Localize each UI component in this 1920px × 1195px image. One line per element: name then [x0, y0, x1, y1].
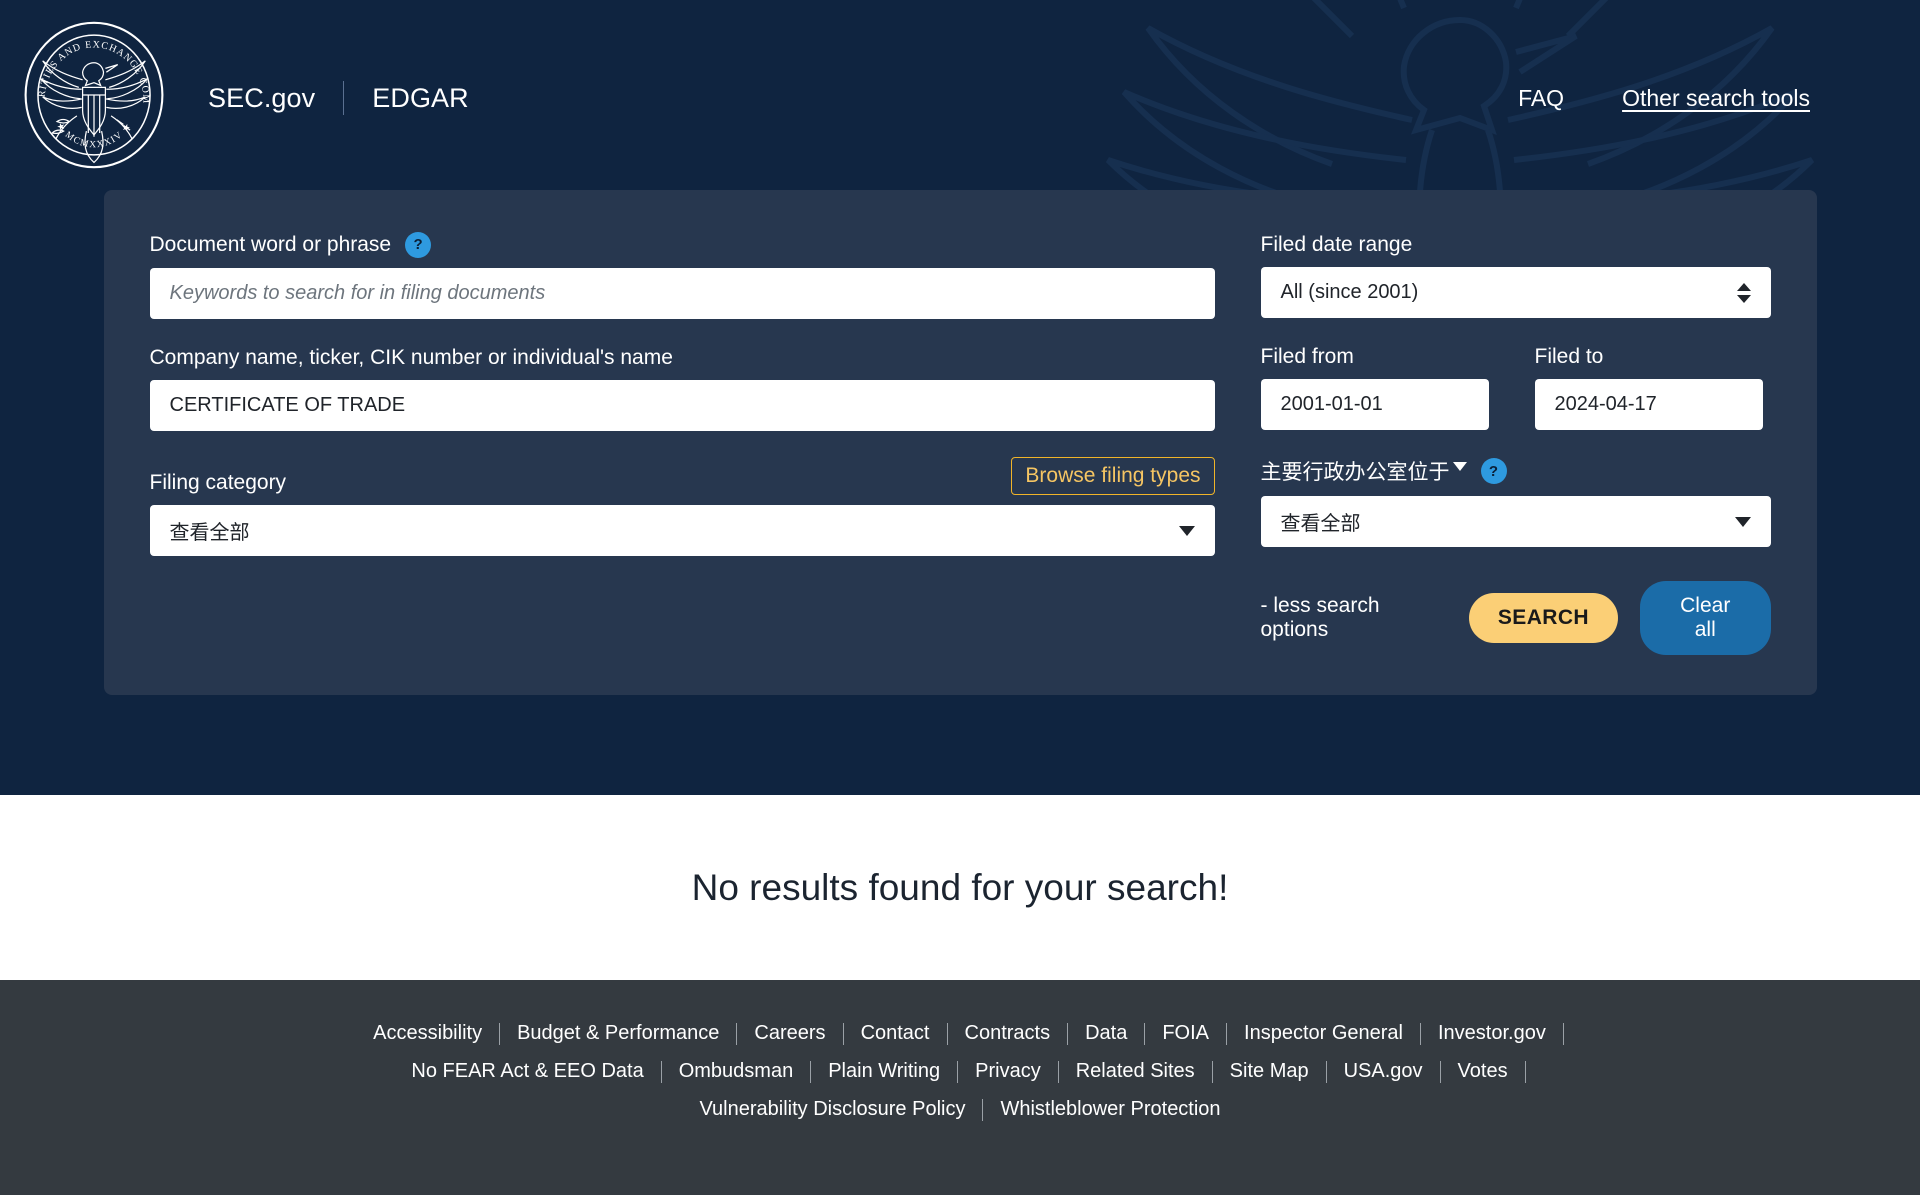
footer-link[interactable]: Data [1068, 1022, 1144, 1045]
site-header: U.S. SECURITIES AND EXCHANGE COMMISSION … [0, 0, 1920, 190]
chevron-down-small-icon[interactable] [1452, 462, 1467, 472]
search-panel-left-column: Document word or phrase ? Company name, … [149, 232, 1215, 655]
company-name-field-group: Company name, ticker, CIK number or indi… [149, 345, 1215, 432]
results-section: No results found for your search! [0, 795, 1920, 980]
filed-to-input[interactable] [1534, 379, 1763, 431]
footer-link[interactable]: Ombudsman [662, 1060, 811, 1083]
filed-date-range-select[interactable]: All (since 2001) [1260, 267, 1771, 319]
filed-date-range-select-wrapper: All (since 2001) [1260, 267, 1771, 319]
footer-row-2: No FEAR Act & EEO Data Ombudsman Plain Wri… [0, 1060, 1920, 1083]
footer-link[interactable]: Contracts [948, 1022, 1068, 1045]
document-word-input[interactable] [149, 268, 1215, 319]
header-nav: FAQ Other search tools [1460, 85, 1810, 112]
footer-row-3: Vulnerability Disclosure Policy Whistlebl… [0, 1098, 1920, 1121]
site-footer: Accessibility Budget & Performance Careers… [0, 980, 1920, 1195]
principal-office-location-group: 主要行政办公室位于 ? 查看全部 [1260, 456, 1771, 548]
help-icon[interactable]: ? [405, 232, 432, 258]
footer-link[interactable]: Related Sites [1059, 1060, 1212, 1083]
filing-category-label-row: Filing category Browse filing types [150, 457, 1215, 496]
hero-section: U.S. SECURITIES AND EXCHANGE COMMISSION … [0, 0, 1920, 795]
filed-date-range-label-text: Filed date range [1260, 233, 1413, 256]
footer-link[interactable]: Inspector General [1227, 1022, 1420, 1045]
principal-office-location-label: 主要行政办公室位于 ? [1261, 456, 1771, 486]
sec-gov-link[interactable]: SEC.gov [208, 83, 315, 114]
faq-link[interactable]: FAQ [1518, 85, 1564, 112]
filed-from-label-text: Filed from [1260, 345, 1354, 369]
footer-link[interactable]: Investor.gov [1421, 1022, 1563, 1045]
filed-date-range-label: Filed date range [1261, 232, 1771, 257]
footer-link[interactable]: No FEAR Act & EEO Data [394, 1060, 660, 1083]
principal-office-location-label-text: 主要行政办公室位于 [1260, 461, 1450, 485]
filed-from-input[interactable] [1260, 379, 1489, 431]
search-button[interactable]: SEARCH [1468, 593, 1618, 644]
filed-from-label: Filed from [1261, 344, 1489, 369]
filed-date-range-group: Filed date range All (since 2001) [1260, 232, 1771, 319]
principal-office-location-select[interactable]: 查看全部 [1260, 496, 1771, 548]
filing-category-select[interactable]: 查看全部 [149, 505, 1215, 557]
footer-link[interactable]: Plain Writing [811, 1060, 957, 1083]
filing-category-field-group: Filing category Browse filing types 查看全部 [149, 457, 1215, 557]
document-word-field-group: Document word or phrase ? [149, 232, 1215, 319]
footer-link[interactable]: Contact [844, 1022, 947, 1045]
location-help-icon[interactable]: ? [1480, 458, 1507, 485]
footer-separator [1524, 1060, 1526, 1083]
footer-link[interactable]: Site Map [1213, 1060, 1326, 1083]
less-search-options-toggle[interactable]: - less search options [1261, 594, 1447, 642]
company-name-label-text: Company name, ticker, CIK number or indi… [149, 346, 673, 369]
brand-links: SEC.gov EDGAR [208, 81, 469, 115]
footer-link[interactable]: Votes [1441, 1060, 1525, 1083]
no-results-message: No results found for your search! [691, 866, 1229, 908]
company-name-input[interactable] [149, 380, 1215, 432]
footer-link[interactable]: Vulnerability Disclosure Policy [682, 1098, 982, 1121]
search-panel-right-column: Filed date range All (since 2001) Filed … [1260, 232, 1771, 656]
filing-category-label-text: Filing category [149, 471, 287, 495]
brand-divider [343, 81, 345, 115]
footer-link[interactable]: Accessibility [356, 1022, 499, 1045]
filed-to-label-text: Filed to [1534, 345, 1604, 369]
footer-link[interactable]: Budget & Performance [500, 1022, 736, 1045]
browse-filing-types-button[interactable]: Browse filing types [1011, 457, 1215, 496]
edgar-link[interactable]: EDGAR [372, 83, 469, 114]
principal-office-location-select-wrapper: 查看全部 [1260, 496, 1771, 548]
clear-all-button[interactable]: Clear all [1639, 581, 1771, 656]
footer-link[interactable]: USA.gov [1327, 1060, 1440, 1083]
search-actions: - less search options SEARCH Clear all [1261, 581, 1771, 656]
sec-seal-logo: U.S. SECURITIES AND EXCHANGE COMMISSION … [18, 19, 170, 171]
company-name-label: Company name, ticker, CIK number or indi… [150, 345, 1215, 370]
search-panel: Document word or phrase ? Company name, … [103, 190, 1817, 696]
filing-category-select-wrapper: 查看全部 [149, 505, 1215, 557]
filing-category-label: Filing category [150, 470, 287, 495]
footer-row-1: Accessibility Budget & Performance Careers… [0, 1022, 1920, 1045]
footer-link[interactable]: FOIA [1145, 1022, 1226, 1045]
document-word-label: Document word or phrase ? [150, 232, 1215, 258]
footer-separator [1562, 1022, 1564, 1045]
footer-link[interactable]: Privacy [958, 1060, 1058, 1083]
filed-date-inputs-row: Filed from Filed to [1260, 344, 1771, 431]
other-search-tools-link[interactable]: Other search tools [1622, 85, 1810, 112]
footer-link[interactable]: Whistleblower Protection [983, 1098, 1237, 1121]
filed-from-group: Filed from [1260, 344, 1489, 431]
filed-to-group: Filed to [1534, 344, 1763, 431]
footer-link[interactable]: Careers [737, 1022, 842, 1045]
document-word-label-text: Document word or phrase [149, 233, 392, 257]
filed-to-label: Filed to [1535, 344, 1763, 369]
